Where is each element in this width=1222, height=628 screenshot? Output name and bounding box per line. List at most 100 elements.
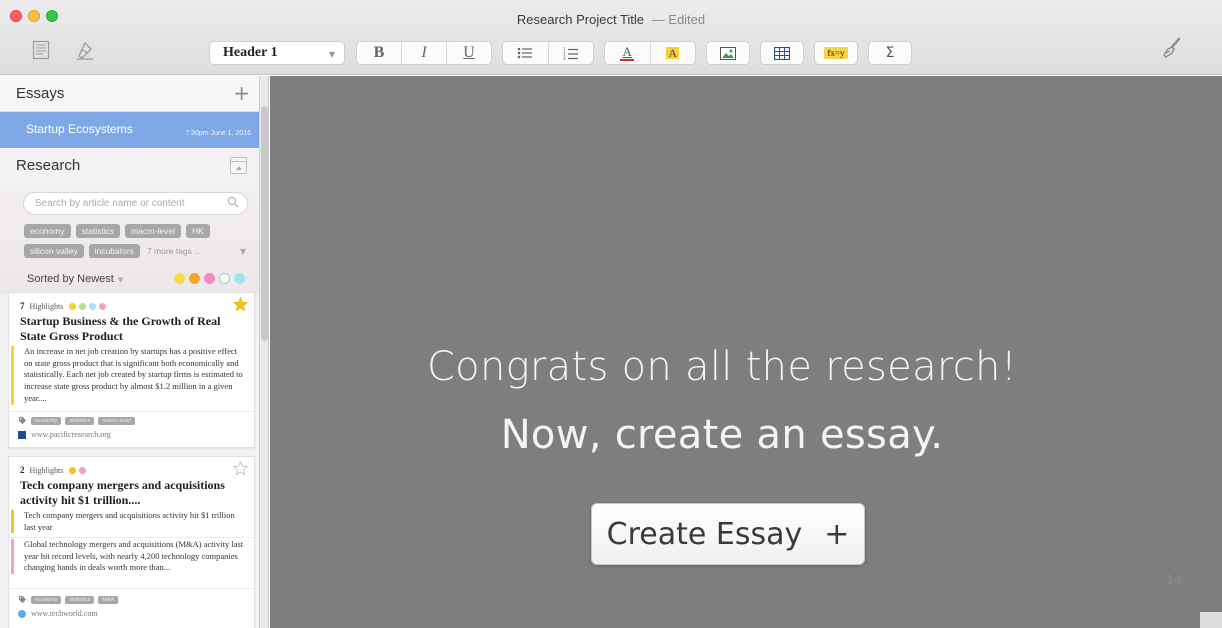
highlight-count-number: 2	[20, 465, 25, 475]
text-color-swatch	[620, 59, 635, 61]
highlight-color-dot	[79, 466, 87, 474]
essays-header: Essays +	[0, 76, 259, 112]
tag[interactable]: silicon valley	[24, 244, 84, 258]
card-divider	[9, 411, 254, 412]
sort-dropdown[interactable]: Sorted by Newest ▼	[27, 273, 123, 285]
research-label: Research	[16, 157, 81, 174]
color-filter-green[interactable]	[219, 273, 230, 284]
create-essay-prompt: Now, create an essay.	[500, 412, 944, 458]
paragraph-style-select[interactable]: Header 1 ▼	[209, 41, 345, 65]
more-tags-link[interactable]: 7 more tags ...	[147, 246, 201, 256]
card-tag[interactable]: macro-level	[98, 416, 135, 425]
card-title: Startup Business & the Growth of Real St…	[20, 314, 221, 343]
collapse-panel-icon[interactable]	[230, 157, 247, 174]
search-input[interactable]: Search by article name or content	[23, 192, 248, 215]
numbered-list-icon: 123	[563, 47, 578, 60]
highlighter-icon[interactable]	[72, 38, 98, 62]
formula-group: fx=y	[814, 41, 858, 65]
highlight-count-number: 7	[20, 301, 25, 311]
essay-date: 7:30pm June 1, 2016	[185, 130, 251, 137]
create-essay-button[interactable]: Create Essay +	[591, 503, 865, 565]
sidebar-scrollbar-thumb[interactable]	[261, 106, 268, 341]
add-essay-button[interactable]: +	[233, 81, 250, 105]
highlight-color-label: A	[666, 46, 680, 60]
paintbrush-icon[interactable]	[1158, 36, 1184, 60]
tag[interactable]: statistics	[75, 224, 121, 238]
tag-icon	[18, 416, 27, 425]
insert-sum-button[interactable]: Σ	[869, 42, 911, 64]
essays-label: Essays	[16, 85, 65, 102]
table-group	[760, 41, 804, 65]
research-filter-panel: Search by article name or content econom…	[0, 184, 259, 294]
card-excerpt: An increase in net job creation by start…	[11, 346, 247, 405]
bullet-list-icon	[517, 47, 533, 59]
underline-button[interactable]: U	[447, 42, 491, 64]
sum-group: Σ	[868, 41, 912, 65]
image-icon	[720, 46, 736, 60]
color-filter-pink[interactable]	[204, 273, 215, 284]
color-filter	[174, 273, 245, 284]
card-divider	[9, 588, 254, 589]
search-placeholder: Search by article name or content	[35, 198, 185, 209]
svg-text:3: 3	[563, 56, 566, 60]
editor-area: Congrats on all the research! Now, creat…	[270, 76, 1222, 628]
color-filter-orange[interactable]	[189, 273, 200, 284]
title-bar: Research Project Title — Edited Header 1…	[0, 0, 1222, 75]
highlight-count: 2 Highlights	[20, 465, 87, 475]
card-tag[interactable]: M&A	[98, 595, 119, 604]
highlight-count: 7 Highlights	[20, 301, 107, 311]
card-divider	[9, 537, 254, 538]
text-color-button[interactable]: A	[605, 42, 651, 64]
essay-item[interactable]: Startup Ecosystems 7:30pm June 1, 2016	[0, 112, 259, 148]
numbered-list-button[interactable]: 123	[549, 42, 594, 64]
research-header: Research	[0, 148, 259, 184]
insert-image-button[interactable]	[707, 42, 749, 64]
card-tag[interactable]: statistics	[65, 595, 95, 604]
tag[interactable]: macro-level	[125, 224, 182, 238]
card-tag[interactable]: economy	[31, 595, 62, 604]
color-filter-cyan[interactable]	[234, 273, 245, 284]
table-icon	[774, 46, 790, 60]
card-source-url[interactable]: www.pacificresearch.org	[31, 430, 111, 439]
edited-indicator: — Edited	[651, 12, 706, 27]
list-group: 123	[502, 41, 594, 65]
tag[interactable]: incubators	[88, 244, 140, 258]
card-tags: economy statistics macro-level	[18, 416, 135, 425]
card-source-url[interactable]: www.techworld.com	[31, 609, 98, 618]
tag-row-2: silicon valley incubators 7 more tags ..…	[24, 244, 201, 258]
highlight-color-dot	[99, 302, 107, 310]
card-tag[interactable]: statistics	[65, 416, 95, 425]
highlight-color-button[interactable]: A	[651, 42, 696, 64]
image-group	[706, 41, 750, 65]
bullet-list-button[interactable]	[503, 42, 549, 64]
essay-name: Startup Ecosystems	[26, 122, 133, 136]
card-tags: economy statistics M&A	[18, 595, 119, 604]
research-card[interactable]: 2 Highlights Tech company mergers and ac…	[8, 456, 255, 628]
insert-table-button[interactable]	[761, 42, 803, 64]
expand-tags-icon[interactable]: ▼	[240, 247, 246, 256]
card-excerpt: Tech company mergers and acquisitions ac…	[11, 510, 247, 534]
color-filter-yellow[interactable]	[174, 273, 185, 284]
document-icon[interactable]	[28, 38, 54, 62]
chevron-down-icon: ▼	[117, 276, 124, 284]
congrats-message: Congrats on all the research!	[426, 344, 1018, 390]
window-title: Research Project Title — Edited	[0, 12, 1222, 27]
sort-label: Sorted by Newest	[27, 273, 114, 285]
italic-button[interactable]: I	[402, 42, 447, 64]
page-number: 14	[1166, 571, 1182, 587]
window-title-text: Research Project Title	[516, 12, 645, 27]
search-icon	[227, 196, 239, 211]
card-title: Tech company mergers and acquisitions ac…	[20, 478, 225, 507]
highlight-color-dot	[69, 302, 77, 310]
highlight-color-dot	[79, 302, 87, 310]
source-favicon-icon	[18, 430, 26, 439]
sidebar-scrollbar[interactable]	[260, 76, 269, 628]
bold-button[interactable]: B	[357, 42, 402, 64]
plus-icon: +	[824, 516, 850, 552]
highlight-color-dot	[69, 466, 77, 474]
tag[interactable]: HK	[186, 224, 210, 238]
research-card[interactable]: 7 Highlights Startup Business & the Grow…	[8, 292, 255, 448]
card-tag[interactable]: economy	[31, 416, 62, 425]
insert-formula-button[interactable]: fx=y	[815, 42, 857, 64]
tag[interactable]: economy	[24, 224, 71, 238]
